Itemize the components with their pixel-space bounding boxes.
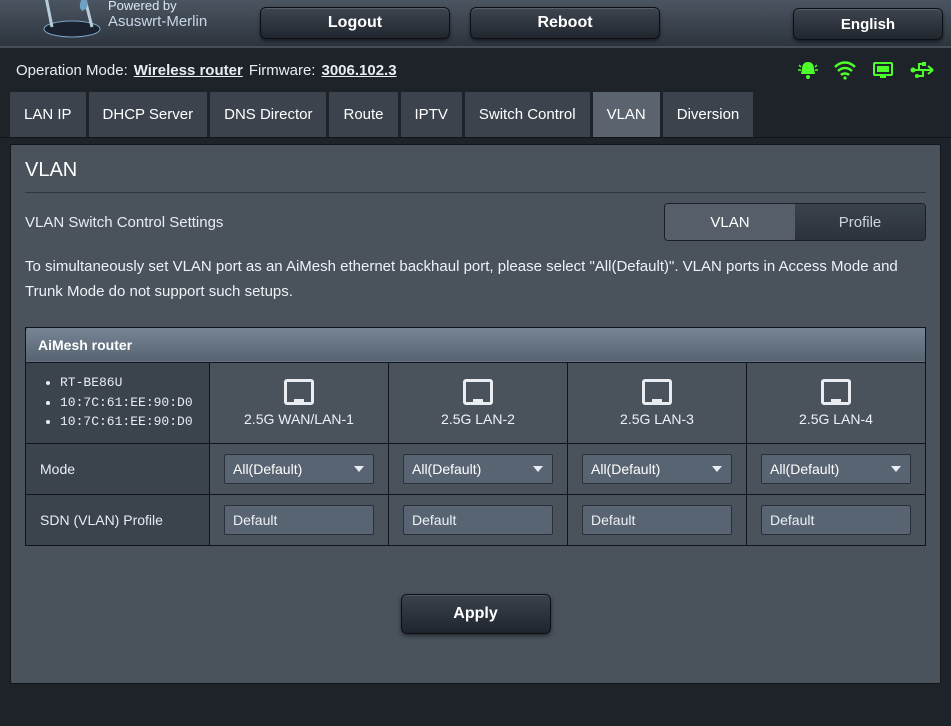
sdn-value-port-4: Default bbox=[761, 505, 911, 535]
table-row-mode: Mode All(Default) All(Default) All(Defau… bbox=[26, 443, 926, 494]
toggle-vlan[interactable]: VLAN bbox=[665, 204, 795, 240]
page-title: VLAN bbox=[25, 159, 926, 193]
top-buttons: Logout Reboot bbox=[260, 7, 660, 39]
logout-button[interactable]: Logout bbox=[260, 7, 450, 39]
apply-row: Apply bbox=[25, 594, 926, 634]
language-button[interactable]: English bbox=[793, 8, 943, 40]
monitor-icon[interactable] bbox=[871, 60, 895, 80]
device-model: RT-BE86U bbox=[60, 373, 195, 393]
ethernet-port-icon bbox=[463, 379, 493, 405]
sdn-value-port-1: Default bbox=[224, 505, 374, 535]
notification-bell-icon[interactable] bbox=[797, 60, 819, 80]
mode-select-port-2[interactable]: All(Default) bbox=[403, 454, 553, 484]
status-line: Operation Mode: Wireless router Firmware… bbox=[0, 48, 951, 92]
port-label-1: 2.5G WAN/LAN-1 bbox=[218, 411, 380, 427]
vlan-table: AiMesh router RT-BE86U 10:7C:61:EE:90:D0… bbox=[25, 327, 926, 546]
port-head-4: 2.5G LAN-4 bbox=[747, 362, 926, 443]
mode-select-port-4[interactable]: All(Default) bbox=[761, 454, 911, 484]
usb-icon[interactable] bbox=[909, 60, 935, 80]
mode-select-port-3[interactable]: All(Default) bbox=[582, 454, 732, 484]
tab-diversion[interactable]: Diversion bbox=[663, 92, 754, 137]
device-mac-1: 10:7C:61:EE:90:D0 bbox=[60, 393, 195, 413]
powered-by-label: Powered by bbox=[108, 0, 268, 13]
toggle-profile[interactable]: Profile bbox=[795, 204, 925, 240]
status-icons bbox=[797, 60, 935, 80]
tab-dns-director[interactable]: DNS Director bbox=[210, 92, 326, 137]
port-label-3: 2.5G LAN-3 bbox=[576, 411, 738, 427]
firmware-label: Firmware: bbox=[249, 62, 316, 79]
tab-iptv[interactable]: IPTV bbox=[401, 92, 462, 137]
main-panel: VLAN VLAN Switch Control Settings VLAN P… bbox=[10, 144, 941, 684]
mode-label: Mode bbox=[26, 443, 210, 494]
device-mac-2: 10:7C:61:EE:90:D0 bbox=[60, 412, 195, 432]
reboot-button[interactable]: Reboot bbox=[470, 7, 660, 39]
operation-mode-label: Operation Mode: bbox=[16, 62, 128, 79]
ethernet-port-icon bbox=[284, 379, 314, 405]
port-head-1: 2.5G WAN/LAN-1 bbox=[210, 362, 389, 443]
tab-route[interactable]: Route bbox=[329, 92, 397, 137]
top-bar: Powered by Asuswrt-Merlin Logout Reboot … bbox=[0, 0, 951, 48]
apply-button[interactable]: Apply bbox=[401, 594, 551, 634]
firmware-value[interactable]: 3006.102.3 bbox=[321, 62, 396, 79]
subheader-row: VLAN Switch Control Settings VLAN Profil… bbox=[25, 203, 926, 241]
operation-mode-value[interactable]: Wireless router bbox=[134, 62, 243, 79]
info-text: To simultaneously set VLAN port as an Ai… bbox=[25, 255, 926, 305]
tab-vlan[interactable]: VLAN bbox=[593, 92, 660, 137]
firmware-brand: Asuswrt-Merlin bbox=[108, 13, 268, 30]
device-cell: RT-BE86U 10:7C:61:EE:90:D0 10:7C:61:EE:9… bbox=[26, 362, 210, 443]
sdn-label: SDN (VLAN) Profile bbox=[26, 494, 210, 545]
mode-select-port-1[interactable]: All(Default) bbox=[224, 454, 374, 484]
wifi-icon[interactable] bbox=[833, 60, 857, 80]
sub-tabs: LAN IP DHCP Server DNS Director Route IP… bbox=[0, 92, 951, 138]
ethernet-port-icon bbox=[642, 379, 672, 405]
table-row-sdn: SDN (VLAN) Profile Default Default Defau… bbox=[26, 494, 926, 545]
port-label-2: 2.5G LAN-2 bbox=[397, 411, 559, 427]
sdn-value-port-2: Default bbox=[403, 505, 553, 535]
ethernet-port-icon bbox=[821, 379, 851, 405]
tab-lan-ip[interactable]: LAN IP bbox=[10, 92, 86, 137]
table-section-head: AiMesh router bbox=[26, 327, 926, 362]
subheader: VLAN Switch Control Settings bbox=[25, 214, 223, 231]
vlan-profile-toggle: VLAN Profile bbox=[664, 203, 926, 241]
tab-dhcp-server[interactable]: DHCP Server bbox=[89, 92, 208, 137]
sdn-value-port-3: Default bbox=[582, 505, 732, 535]
port-label-4: 2.5G LAN-4 bbox=[755, 411, 917, 427]
tab-switch-control[interactable]: Switch Control bbox=[465, 92, 590, 137]
port-head-3: 2.5G LAN-3 bbox=[568, 362, 747, 443]
powered-by-banner: Powered by Asuswrt-Merlin bbox=[108, 0, 268, 40]
port-head-2: 2.5G LAN-2 bbox=[389, 362, 568, 443]
language-selector[interactable]: English bbox=[793, 8, 943, 40]
router-icon bbox=[38, 0, 106, 39]
brand-area: Powered by Asuswrt-Merlin bbox=[0, 0, 260, 47]
